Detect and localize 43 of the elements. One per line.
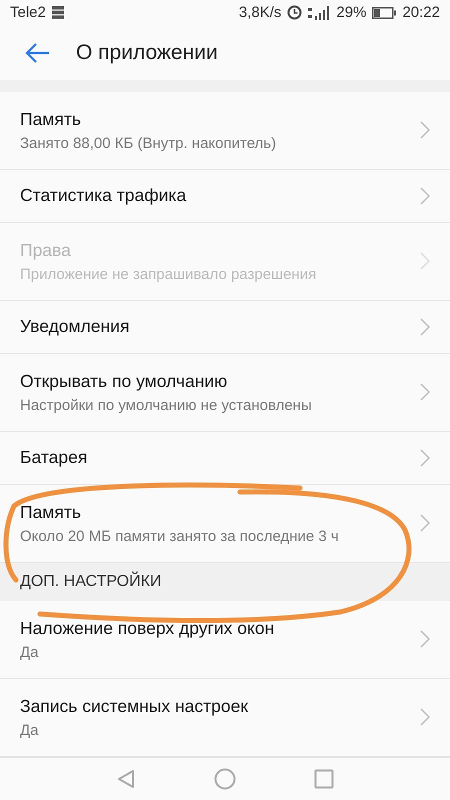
home-icon[interactable] bbox=[214, 768, 236, 790]
battery-percent: 29% bbox=[336, 4, 366, 22]
item-title: Права bbox=[20, 240, 72, 261]
settings-item[interactable]: Статистика трафика bbox=[0, 170, 450, 223]
item-title: Батарея bbox=[20, 447, 88, 468]
settings-item[interactable]: Открывать по умолчанию Настройки по умолчанию не установлены bbox=[0, 354, 450, 432]
battery-icon bbox=[372, 6, 396, 19]
item-title: Статистика трафика bbox=[20, 185, 188, 206]
chevron-icon bbox=[420, 514, 430, 532]
item-title: Наложение поверх других окон bbox=[20, 618, 276, 639]
item-subtitle: Занято 88,00 КБ (Внутр. накопитель) bbox=[20, 134, 278, 152]
sim-icon bbox=[52, 6, 64, 20]
item-title: Открывать по умолчанию bbox=[20, 370, 228, 392]
item-subtitle: Да bbox=[20, 644, 40, 661]
item-subtitle: Настройки по умолчанию не установлены bbox=[20, 396, 313, 414]
item-title: Память bbox=[20, 502, 82, 523]
chevron-icon bbox=[420, 383, 430, 402]
item-subtitle: Около 20 МБ памяти занято за последние 3 ч bbox=[20, 528, 340, 545]
item-title: Уведомления bbox=[20, 316, 130, 338]
settings-item[interactable]: Наложение поверх других окон Да bbox=[0, 600, 450, 679]
clock-time: 20:22 bbox=[402, 4, 440, 22]
chevron-icon bbox=[420, 448, 430, 467]
item-title: Память bbox=[20, 108, 82, 130]
chevron-icon bbox=[420, 186, 430, 205]
back-icon[interactable] bbox=[116, 768, 136, 789]
carrier-name: Tele2 bbox=[10, 4, 46, 22]
signal-icon bbox=[308, 6, 330, 20]
page-title: О приложении bbox=[76, 40, 218, 65]
item-title: Запись системных настроек bbox=[20, 696, 250, 717]
chevron-icon bbox=[420, 121, 430, 140]
item-subtitle: Да bbox=[20, 722, 40, 739]
network-speed: 3,8K/s bbox=[238, 4, 282, 22]
chevron-icon bbox=[420, 318, 430, 336]
chevron-icon bbox=[420, 630, 430, 648]
settings-item[interactable]: Уведомления bbox=[0, 300, 450, 354]
settings-item[interactable]: Память Занято 88,00 КБ (Внутр. накопитель) bbox=[0, 92, 450, 170]
settings-item[interactable]: Батарея bbox=[0, 432, 450, 485]
chevron-icon bbox=[420, 252, 430, 270]
clock-icon bbox=[287, 5, 302, 20]
recents-icon[interactable] bbox=[314, 768, 334, 789]
item-subtitle: Приложение не запрашивало разрешения bbox=[20, 266, 318, 283]
section-header: ДОП. НАСТРОЙКИ bbox=[20, 572, 162, 591]
chevron-icon bbox=[420, 708, 430, 726]
